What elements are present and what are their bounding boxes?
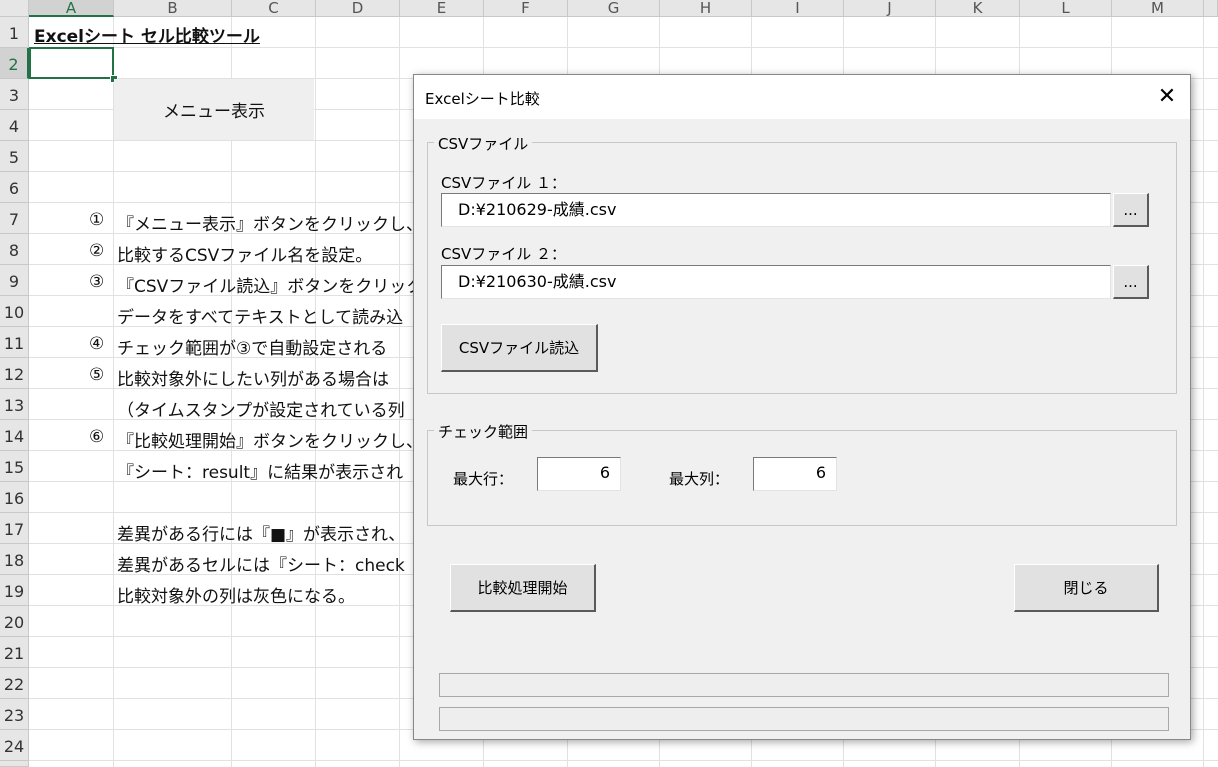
step-1-text: 『メニュー表示』ボタンをクリックし、メ: [117, 215, 440, 235]
note-1-text: 差異がある行には『■』が表示され、: [117, 525, 406, 545]
check-range-group-legend: チェック範囲: [434, 421, 533, 442]
dialog-titlebar[interactable]: Excelシート比較 ✕: [414, 75, 1190, 119]
step-2-text: 比較するCSVファイル名を設定。: [117, 246, 373, 266]
row-header-3[interactable]: 3: [0, 79, 29, 110]
row-header-17[interactable]: 17: [0, 513, 29, 544]
progress-bar-2: [439, 707, 1169, 731]
start-compare-button[interactable]: 比較処理開始: [450, 564, 596, 612]
note-3-text: 比較対象外の列は灰色になる。: [117, 587, 355, 607]
progress-bar-1: [439, 673, 1169, 697]
select-all-corner[interactable]: [0, 0, 29, 17]
row-header-8[interactable]: 8: [0, 234, 29, 265]
step-4-marker: ④: [89, 334, 105, 354]
csv-file-2-input[interactable]: D:¥210630-成績.csv: [441, 265, 1111, 299]
row-header-15[interactable]: 15: [0, 451, 29, 482]
max-col-label: 最大列：: [669, 470, 730, 488]
column-header-h[interactable]: H: [660, 0, 752, 17]
row-header-22[interactable]: 22: [0, 668, 29, 699]
row-header-1[interactable]: 1: [0, 17, 29, 48]
csv-load-button[interactable]: CSVファイル読込: [441, 324, 598, 372]
step-3-text-cont: データをすべてテキストとして読み込: [117, 308, 404, 328]
row-header-23[interactable]: 23: [0, 699, 29, 730]
max-row-input[interactable]: 6: [537, 457, 621, 491]
row-header-16[interactable]: 16: [0, 482, 29, 513]
row-header-24[interactable]: 24: [0, 730, 29, 761]
dialog-title: Excelシート比較: [425, 90, 540, 108]
menu-show-button[interactable]: メニュー表示: [114, 79, 314, 140]
row-header-19[interactable]: 19: [0, 575, 29, 606]
step-1-marker: ①: [89, 210, 105, 230]
column-header-i[interactable]: I: [752, 0, 844, 17]
max-col-input[interactable]: 6: [753, 457, 837, 491]
csv-file-2-browse-button[interactable]: ...: [1113, 265, 1149, 299]
row-header-4[interactable]: 4: [0, 110, 29, 141]
row-header-6[interactable]: 6: [0, 172, 29, 203]
step-3-text: 『CSVファイル読込』ボタンをクリック: [117, 277, 424, 297]
step-5-text: 比較対象外にしたい列がある場合は: [117, 370, 389, 390]
compare-dialog: Excelシート比較 ✕ CSVファイル CSVファイル １： D:¥21062…: [413, 74, 1191, 740]
row-header-10[interactable]: 10: [0, 296, 29, 327]
row-header-9[interactable]: 9: [0, 265, 29, 296]
column-header-d[interactable]: D: [316, 0, 400, 17]
column-header-g[interactable]: G: [568, 0, 660, 17]
row-header-11[interactable]: 11: [0, 327, 29, 358]
active-cell-a2[interactable]: [29, 47, 114, 79]
step-4-text: チェック範囲が③で自動設定される: [117, 339, 388, 359]
close-button[interactable]: 閉じる: [1014, 564, 1159, 612]
column-header-k[interactable]: K: [936, 0, 1020, 17]
step-6-marker: ⑥: [89, 427, 105, 447]
row-header-13[interactable]: 13: [0, 389, 29, 420]
column-header-a[interactable]: A: [29, 0, 114, 17]
row-header-20[interactable]: 20: [0, 606, 29, 637]
column-header-f[interactable]: F: [484, 0, 568, 17]
column-header-e[interactable]: E: [400, 0, 484, 17]
note-2-text: 差異があるセルには『シート：check: [117, 556, 405, 576]
row-header-7[interactable]: 7: [0, 203, 29, 234]
csv-file-1-browse-button[interactable]: ...: [1113, 193, 1149, 227]
row-header-5[interactable]: 5: [0, 141, 29, 172]
step-6-text: 『比較処理開始』ボタンをクリックし、: [117, 432, 423, 452]
row-header-12[interactable]: 12: [0, 358, 29, 389]
column-header-j[interactable]: J: [844, 0, 936, 17]
column-header-m[interactable]: M: [1112, 0, 1204, 17]
csv-file-1-label: CSVファイル １：: [441, 174, 567, 192]
row-header-21[interactable]: 21: [0, 637, 29, 668]
csv-file-1-input[interactable]: D:¥210629-成績.csv: [441, 193, 1111, 227]
column-header-c[interactable]: C: [232, 0, 316, 17]
csv-file-2-label: CSVファイル ２：: [441, 245, 567, 263]
sheet-title: Excelシート セル比較ツール: [34, 27, 260, 47]
close-icon[interactable]: ✕: [1144, 75, 1190, 119]
column-header-b[interactable]: B: [114, 0, 232, 17]
step-2-marker: ②: [89, 241, 105, 261]
step-5-marker: ⑤: [89, 365, 105, 385]
column-header-n[interactable]: [1204, 0, 1218, 17]
max-row-label: 最大行：: [453, 470, 514, 488]
row-header-2[interactable]: 2: [0, 48, 29, 79]
row-header-25[interactable]: [0, 761, 29, 767]
step-5-text-cont: （タイムスタンプが設定されている列: [117, 401, 405, 421]
csv-file-group-legend: CSVファイル: [434, 133, 533, 154]
step-3-marker: ③: [89, 272, 105, 292]
step-6-text-cont: 『シート：result』に結果が表示され: [117, 463, 404, 483]
row-header-14[interactable]: 14: [0, 420, 29, 451]
column-header-l[interactable]: L: [1020, 0, 1112, 17]
row-header-18[interactable]: 18: [0, 544, 29, 575]
